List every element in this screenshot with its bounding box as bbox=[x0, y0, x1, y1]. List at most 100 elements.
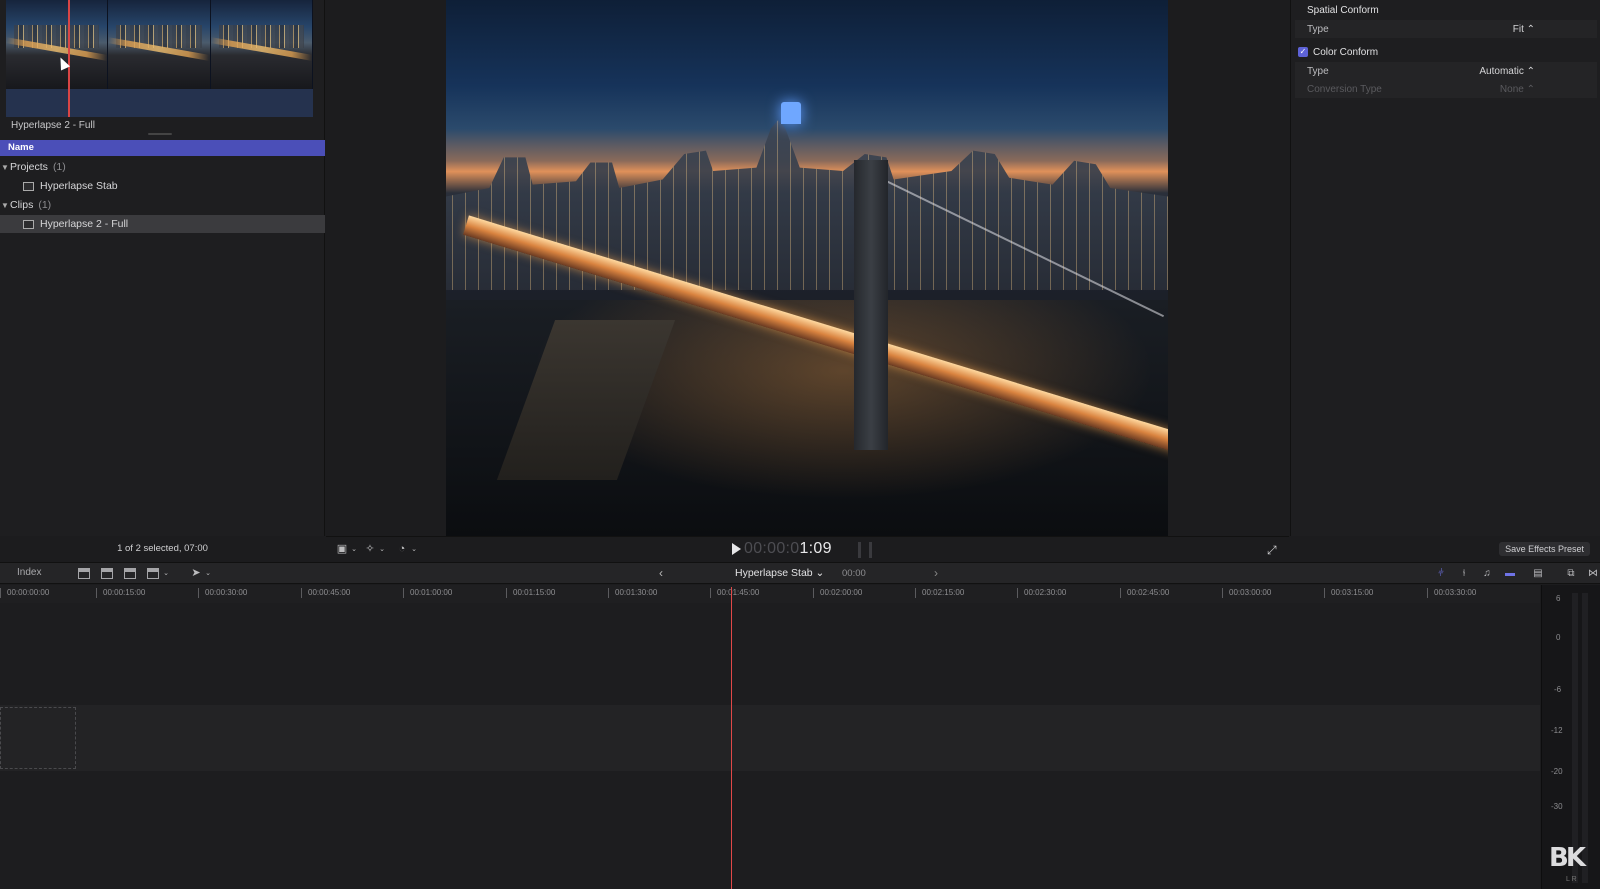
timecode-bars-icon bbox=[858, 542, 872, 558]
timecode-value: 1:09 bbox=[799, 540, 832, 557]
solo-icon[interactable]: ▬ bbox=[1503, 568, 1517, 579]
film-clip-icon bbox=[23, 219, 34, 229]
overwrite-clip-icon[interactable] bbox=[147, 568, 159, 579]
conversion-type-row: Conversion Type None ⌃ bbox=[1295, 80, 1597, 98]
color-type-row: Type Automatic ⌃ bbox=[1295, 62, 1597, 80]
timeline-playhead[interactable] bbox=[731, 587, 732, 889]
effects-browser-icon[interactable]: ⧉ bbox=[1564, 568, 1578, 579]
snapping-icon[interactable]: ⫩ bbox=[1434, 568, 1448, 579]
channel-watermark-logo: BK bbox=[1549, 843, 1586, 873]
inspector-footer: Save Effects Preset bbox=[1290, 536, 1600, 562]
group-label: Projects bbox=[10, 161, 48, 173]
ruler-tick-label: 00:01:30:00 bbox=[608, 588, 657, 598]
item-label: Hyperlapse Stab bbox=[40, 180, 118, 192]
chevron-down-icon[interactable]: ⌄ bbox=[160, 568, 172, 579]
skimmer-playhead[interactable] bbox=[68, 0, 70, 117]
browser-status: 1 of 2 selected, 07:00 bbox=[0, 536, 325, 562]
meter-scale-label: -12 bbox=[1551, 726, 1563, 735]
viewer-frame-image[interactable] bbox=[446, 0, 1168, 536]
clip-filmstrip[interactable] bbox=[6, 0, 313, 117]
section-label: Color Conform bbox=[1313, 46, 1379, 58]
timecode-lead: 00:00:0 bbox=[744, 540, 800, 557]
filmstrip-thumbnail bbox=[210, 0, 313, 89]
ruler-tick-label: 00:02:45:00 bbox=[1120, 588, 1169, 598]
ruler-tick-label: 00:00:15:00 bbox=[96, 588, 145, 598]
ruler-tick-label: 00:01:45:00 bbox=[710, 588, 759, 598]
meter-channel-left bbox=[1572, 593, 1578, 883]
filmstrip-thumbnails bbox=[6, 0, 313, 89]
ruler-tick-label: 00:00:45:00 bbox=[301, 588, 350, 598]
group-count: (1) bbox=[52, 161, 66, 173]
index-button[interactable]: Index bbox=[17, 567, 41, 578]
ruler-tick-label: 00:03:30:00 bbox=[1427, 588, 1476, 598]
clip-appearance-icon[interactable]: ▤ bbox=[1531, 568, 1545, 579]
filmstrip-thumbnail bbox=[108, 0, 211, 89]
timeline-track-area[interactable] bbox=[0, 603, 1540, 889]
timecode-display[interactable]: 00:00:01:09 bbox=[744, 540, 832, 558]
audio-skimming-icon[interactable]: ♫ bbox=[1480, 568, 1494, 579]
ruler-tick-label: 00:01:00:00 bbox=[403, 588, 452, 598]
meter-scale-label: -30 bbox=[1551, 802, 1563, 811]
enhance-wand-icon[interactable]: ✧ bbox=[364, 544, 376, 555]
empty-storyline-placeholder[interactable] bbox=[0, 707, 76, 769]
navigate-back-icon[interactable]: ‹ bbox=[659, 566, 663, 580]
spatial-type-popup[interactable]: Fit ⌃ bbox=[1513, 24, 1535, 35]
disclosure-triangle-icon[interactable]: ▼ bbox=[0, 163, 10, 172]
navigate-forward-icon[interactable]: › bbox=[934, 566, 938, 580]
fullscreen-icon[interactable]: ⤢ bbox=[1267, 543, 1277, 558]
browser-panel: Hyperlapse 2 - Full Name ▼ Projects (1) … bbox=[0, 0, 325, 536]
save-effects-preset-button[interactable]: Save Effects Preset bbox=[1499, 542, 1590, 556]
spatial-type-row: Type Fit ⌃ bbox=[1295, 20, 1597, 38]
filmstrip-thumbnail bbox=[6, 0, 109, 89]
connect-clip-icon[interactable] bbox=[78, 568, 90, 579]
list-item-project[interactable]: Hyperlapse Stab bbox=[0, 177, 325, 195]
transitions-browser-icon[interactable]: ⋈ bbox=[1586, 568, 1600, 579]
color-conform-heading: ✓ Color Conform bbox=[1295, 43, 1597, 61]
section-label: Spatial Conform bbox=[1307, 4, 1379, 16]
group-clips[interactable]: ▼ Clips (1) bbox=[0, 196, 325, 214]
chevron-down-icon[interactable]: ⌄ bbox=[348, 544, 360, 555]
project-name-menu[interactable]: Hyperlapse Stab ⌄ bbox=[735, 567, 824, 579]
group-projects[interactable]: ▼ Projects (1) bbox=[0, 158, 325, 176]
meter-scale-label: -20 bbox=[1551, 767, 1563, 776]
ruler-tick-label: 00:02:15:00 bbox=[915, 588, 964, 598]
ruler-tick-label: 00:02:30:00 bbox=[1017, 588, 1066, 598]
retime-speed-icon[interactable]: ◔ bbox=[396, 544, 408, 555]
color-type-popup[interactable]: Automatic ⌃ bbox=[1479, 66, 1535, 77]
group-count: (1) bbox=[38, 199, 52, 211]
conversion-type-popup[interactable]: None ⌃ bbox=[1500, 84, 1535, 95]
color-conform-checkbox[interactable]: ✓ bbox=[1298, 47, 1308, 57]
spatial-conform-heading: Spatial Conform bbox=[1295, 1, 1597, 19]
viewer-transport-bar: ▣ ⌄ ✧ ⌄ ◔ ⌄ 00:00:01:09 ⤢ bbox=[326, 536, 1289, 562]
list-item-clip[interactable]: Hyperlapse 2 - Full bbox=[0, 215, 325, 233]
append-clip-icon[interactable] bbox=[124, 568, 136, 579]
panel-split-handle[interactable] bbox=[148, 133, 172, 135]
skimming-icon[interactable]: ⫮ bbox=[1457, 568, 1471, 579]
ruler-tick-label: 00:02:00:00 bbox=[813, 588, 862, 598]
meter-scale-label: 6 bbox=[1556, 594, 1561, 603]
transform-icon[interactable]: ▣ bbox=[336, 544, 348, 555]
tower-light bbox=[781, 102, 801, 124]
ruler-tick-label: 00:03:00:00 bbox=[1222, 588, 1271, 598]
meter-scale-label: -6 bbox=[1554, 685, 1562, 694]
chevron-down-icon[interactable]: ⌄ bbox=[408, 544, 420, 555]
name-column-header[interactable]: Name bbox=[0, 140, 325, 156]
select-tool-arrow-icon[interactable]: ➤ bbox=[190, 568, 202, 579]
viewer-panel bbox=[326, 0, 1289, 536]
clip-caption: Hyperlapse 2 - Full bbox=[11, 120, 95, 131]
field-label: Type bbox=[1307, 65, 1329, 77]
meter-channel-right bbox=[1582, 593, 1588, 883]
chevron-down-icon[interactable]: ⌄ bbox=[202, 568, 214, 579]
timeline-ruler[interactable]: 00:00:00:00 00:00:15:00 00:00:30:00 00:0… bbox=[0, 585, 1540, 603]
chevron-down-icon[interactable]: ⌄ bbox=[376, 544, 388, 555]
bridge-tower bbox=[854, 160, 888, 450]
group-label: Clips bbox=[10, 199, 34, 211]
insert-clip-icon[interactable] bbox=[101, 568, 113, 579]
ruler-tick-label: 00:01:15:00 bbox=[506, 588, 555, 598]
disclosure-triangle-icon[interactable]: ▼ bbox=[0, 201, 10, 210]
primary-storyline-lane bbox=[0, 705, 1540, 771]
item-label: Hyperlapse 2 - Full bbox=[40, 218, 129, 230]
play-button[interactable] bbox=[732, 543, 741, 555]
project-duration: 00:00 bbox=[842, 568, 866, 579]
meter-scale-label: 0 bbox=[1556, 633, 1561, 642]
